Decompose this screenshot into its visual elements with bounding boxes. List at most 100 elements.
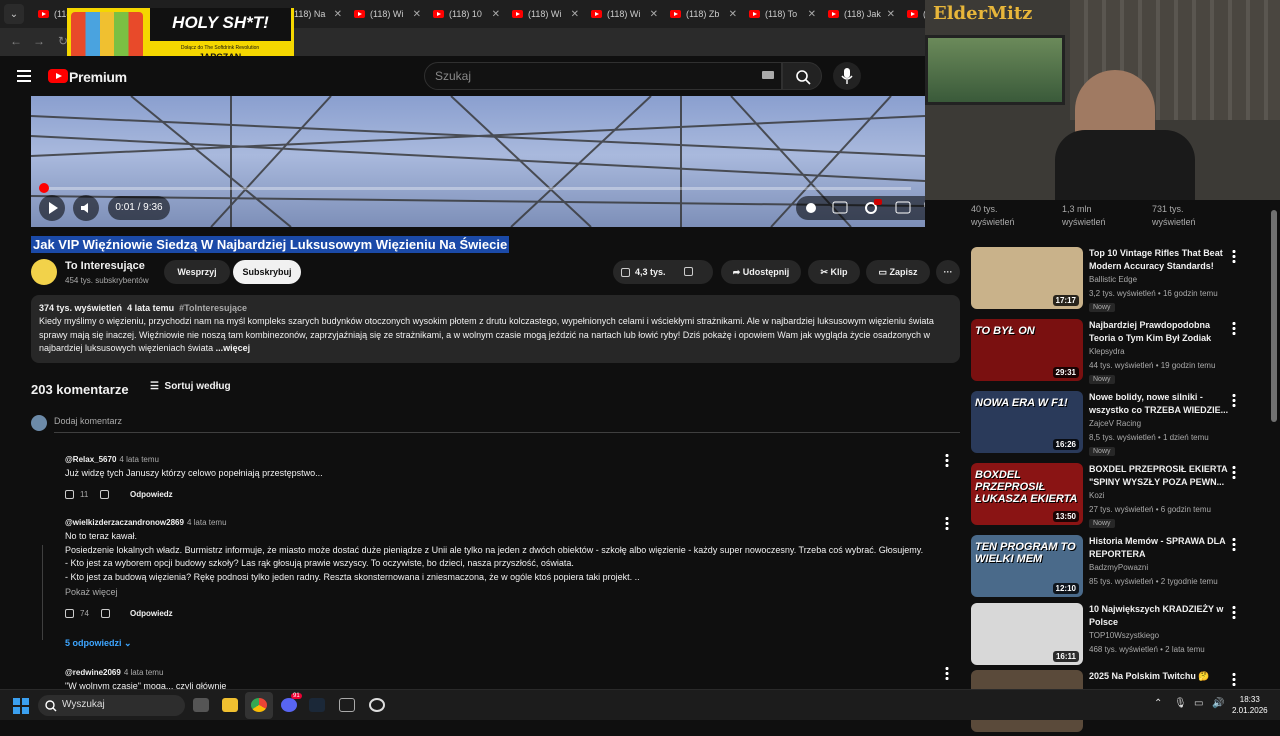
comment-menu-icon[interactable]: [945, 516, 949, 530]
video-menu-icon[interactable]: [1232, 672, 1236, 686]
recommended-video[interactable]: BOXDEL PRZEPROSIŁ ŁUKASZA EKIERTA 13:50 BO…: [966, 463, 1266, 529]
video-title[interactable]: BOXDEL PRZEPROSIŁ EKIERTA "SPINY WYSZŁY …: [1089, 463, 1229, 489]
close-tab-icon[interactable]: ✕: [492, 9, 500, 20]
description-box[interactable]: 374 tys. wyświetleń 4 lata temu #ToInter…: [31, 295, 960, 363]
close-tab-icon[interactable]: ✕: [887, 9, 895, 20]
video-menu-icon[interactable]: [1232, 249, 1236, 263]
search-button[interactable]: [782, 62, 822, 90]
discord-icon[interactable]: [281, 698, 297, 712]
comment-age[interactable]: 4 lata temu: [187, 518, 227, 527]
taskbar-search-input[interactable]: Wyszukaj: [38, 695, 185, 716]
miniplayer-icon[interactable]: [895, 201, 911, 214]
app-window-icon[interactable]: [339, 698, 355, 712]
reply-button[interactable]: Odpowiedz: [130, 609, 173, 618]
reply-button[interactable]: Odpowiedz: [130, 490, 173, 499]
recommended-video[interactable]: NOWA ERA W F1! 16:26 Nowe bolidy, nowe sil…: [966, 391, 1266, 457]
logo-text[interactable]: Premium: [69, 69, 127, 85]
video-channel[interactable]: BadzmyPowazni: [1089, 563, 1148, 572]
author-handle[interactable]: @wielkizderzaczandronow2869: [65, 518, 184, 527]
comment-menu-icon[interactable]: [945, 453, 949, 467]
tab-search-chevron-icon[interactable]: ⌄: [4, 4, 24, 24]
video-thumbnail[interactable]: NOWA ERA W F1! 16:26: [971, 391, 1083, 453]
video-thumbnail[interactable]: TO BYŁ ON 29:31: [971, 319, 1083, 381]
recommended-video[interactable]: 17:17 Top 10 Vintage Rifles That Beat Mod…: [966, 247, 1266, 313]
video-menu-icon[interactable]: [1232, 605, 1236, 619]
progress-scrubber[interactable]: [38, 183, 49, 193]
comment-author[interactable]: @redwine2069 4 lata temu: [65, 668, 163, 677]
comment-author[interactable]: @Relax_5670 4 lata temu: [65, 455, 159, 464]
video-thumbnail[interactable]: 17:17: [971, 247, 1083, 309]
recommended-video[interactable]: TEN PROGRAM TO WIELKI MEM 12:10 Historia M…: [966, 535, 1266, 601]
author-handle[interactable]: @Relax_5670: [65, 455, 116, 464]
subtitles-icon[interactable]: [832, 201, 848, 214]
close-tab-icon[interactable]: ✕: [650, 9, 658, 20]
tray-chevron-up-icon[interactable]: ⌃: [1154, 698, 1162, 709]
video-channel[interactable]: Klepsydra: [1089, 347, 1125, 356]
view-replies-button[interactable]: 5 odpowiedzi ⌄: [65, 638, 132, 649]
video-title[interactable]: Najbardziej Prawdopodobna Teoria o Tym K…: [1089, 319, 1229, 345]
video-menu-icon[interactable]: [1232, 321, 1236, 335]
close-tab-icon[interactable]: ✕: [729, 9, 737, 20]
scrollbar[interactable]: [1271, 210, 1277, 422]
close-tab-icon[interactable]: ✕: [413, 9, 421, 20]
video-channel[interactable]: Ballistic Edge: [1089, 275, 1137, 284]
windows-start-icon[interactable]: [13, 698, 29, 714]
chrome-icon[interactable]: [251, 698, 267, 712]
video-title[interactable]: 2025 Na Polskim Twitchu 🤔: [1089, 670, 1229, 683]
subscribe-button[interactable]: Subskrybuj: [233, 260, 301, 284]
video-title[interactable]: Historia Memów - SPRAWA DLA REPORTERA: [1089, 535, 1229, 561]
recommended-video[interactable]: 16:11 10 Największych KRADZIEŻY w Polsce T…: [966, 603, 1266, 669]
add-comment-input[interactable]: Dodaj komentarz: [54, 416, 122, 426]
keyboard-icon[interactable]: [762, 71, 774, 79]
like-button[interactable]: 4,3 tys.: [621, 267, 666, 277]
browser-tab[interactable]: (118) To ✕: [743, 3, 822, 25]
voice-search-button[interactable]: [833, 62, 861, 90]
browser-tab[interactable]: (118) Wi ✕: [506, 3, 585, 25]
comment-author[interactable]: @wielkizderzaczandronow2869 4 lata temu: [65, 518, 227, 527]
author-handle[interactable]: @redwine2069: [65, 668, 121, 677]
video-player[interactable]: 0:01 / 9:36: [31, 96, 925, 227]
progress-bar[interactable]: [38, 183, 911, 193]
video-menu-icon[interactable]: [1232, 537, 1236, 551]
save-button[interactable]: ▭ Zapisz: [866, 260, 930, 284]
video-menu-icon[interactable]: [1232, 393, 1236, 407]
video-thumbnail[interactable]: BOXDEL PRZEPROSIŁ ŁUKASZA EKIERTA 13:50: [971, 463, 1083, 525]
hamburger-menu-icon[interactable]: [17, 70, 31, 82]
comment-age[interactable]: 4 lata temu: [119, 455, 159, 464]
steam-icon[interactable]: [309, 698, 325, 712]
thumbs-up-icon[interactable]: [65, 609, 74, 618]
system-clock[interactable]: 18:33 2.01.2026: [1232, 694, 1268, 716]
forward-arrow-icon[interactable]: →: [33, 34, 45, 48]
share-button[interactable]: ➦ Udostępnij: [721, 260, 801, 284]
video-title[interactable]: Top 10 Vintage Rifles That Beat Modern A…: [1089, 247, 1229, 273]
channel-name[interactable]: To Interesujące: [65, 260, 145, 272]
sort-button[interactable]: ☰ Sortuj według: [150, 381, 231, 392]
video-thumbnail[interactable]: TEN PROGRAM TO WIELKI MEM 12:10: [971, 535, 1083, 597]
show-more-link[interactable]: ...więcej: [216, 343, 251, 353]
video-title[interactable]: Nowe bolidy, nowe silniki - wszystko co …: [1089, 391, 1229, 417]
recommended-video[interactable]: TO BYŁ ON 29:31 Najbardziej Prawdopodobna …: [966, 319, 1266, 385]
obs-icon[interactable]: [369, 698, 385, 712]
network-icon[interactable]: ▭: [1194, 698, 1203, 709]
browser-tab[interactable]: (118) Zb ✕: [664, 3, 743, 25]
thumbs-down-icon[interactable]: [100, 609, 110, 618]
video-channel[interactable]: ZajceV Racing: [1089, 419, 1141, 428]
browser-tab[interactable]: (118) Jak ✕: [822, 3, 901, 25]
channel-avatar[interactable]: [31, 259, 57, 285]
video-thumbnail[interactable]: 16:11: [971, 603, 1083, 665]
browser-tab[interactable]: (118) Wi ✕: [585, 3, 664, 25]
more-actions-button[interactable]: ···: [936, 260, 960, 284]
microphone-tray-icon[interactable]: 🎙: [1174, 698, 1187, 709]
close-tab-icon[interactable]: ✕: [571, 9, 579, 20]
video-menu-icon[interactable]: [1232, 465, 1236, 479]
autoplay-toggle-icon[interactable]: [806, 203, 816, 213]
volume-tray-icon[interactable]: 🔊: [1212, 698, 1224, 709]
play-button[interactable]: [39, 195, 65, 221]
back-arrow-icon[interactable]: ←: [10, 34, 22, 48]
video-title[interactable]: 10 Największych KRADZIEŻY w Polsce: [1089, 603, 1229, 629]
comment-age[interactable]: 4 lata temu: [124, 668, 164, 677]
thumbs-down-icon[interactable]: [100, 490, 110, 499]
mute-button[interactable]: [73, 195, 99, 221]
dislike-button[interactable]: [683, 266, 693, 278]
task-view-icon[interactable]: [193, 698, 209, 712]
